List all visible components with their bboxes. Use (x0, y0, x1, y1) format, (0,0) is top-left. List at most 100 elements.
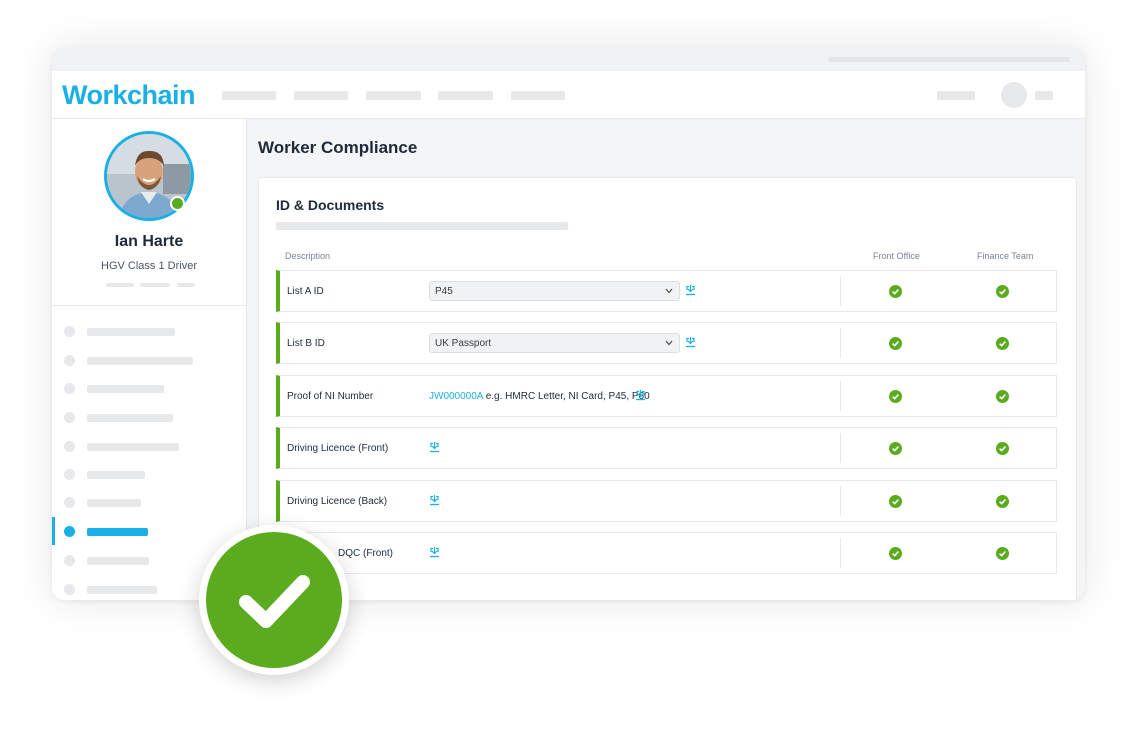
sidebar-item-label (87, 557, 149, 565)
nav-item-3[interactable] (366, 91, 421, 100)
sidebar-item-label (87, 586, 157, 594)
nav-item-2[interactable] (294, 91, 348, 100)
nav-item-1[interactable] (222, 91, 276, 100)
sidebar-dot-icon (64, 584, 75, 595)
sidebar-item-label (87, 357, 193, 365)
ni-number-link[interactable]: JW000000A (429, 391, 483, 402)
check-circle-icon (889, 442, 902, 455)
check-circle-icon (889, 285, 902, 298)
column-header-finance-team: Finance Team (977, 251, 1034, 261)
row-label: Proof of NI Number (287, 391, 374, 402)
download-icon[interactable] (429, 546, 440, 558)
sidebar-item-label (87, 385, 164, 393)
sidebar-dot-icon (64, 355, 75, 366)
nav-util-placeholder[interactable] (937, 91, 975, 100)
download-icon[interactable] (685, 284, 696, 296)
document-row-list-a: List A ID P45 (276, 270, 1057, 312)
check-circle-icon (996, 495, 1009, 508)
list-b-id-select[interactable]: UK Passport (429, 333, 680, 353)
row-label: Driving Licence (Back) (287, 496, 388, 507)
card-subtitle-placeholder (276, 222, 568, 230)
approved-badge-fill (206, 532, 342, 668)
row-label: DQC (Front) (338, 548, 393, 559)
sidebar-dot-icon (64, 412, 75, 423)
download-icon[interactable] (635, 389, 646, 401)
sidebar-dot-icon (64, 526, 75, 537)
approved-badge (199, 525, 349, 675)
row-label: List B ID (287, 338, 325, 349)
sidebar-item-label (87, 414, 173, 422)
app-logo[interactable]: Workchain (62, 80, 196, 110)
list-a-id-select[interactable]: P45 (429, 281, 680, 301)
check-circle-icon (889, 337, 902, 350)
check-circle-icon (996, 390, 1009, 403)
sidebar-item-7[interactable] (52, 492, 246, 512)
user-menu-placeholder[interactable] (1035, 91, 1053, 100)
check-circle-icon (996, 285, 1009, 298)
sidebar-item-label (87, 471, 145, 479)
chevron-down-icon (665, 340, 673, 346)
check-circle-icon (889, 390, 902, 403)
profile-meta-2 (140, 283, 170, 287)
document-row-ni-number: Proof of NI Number JW000000A e.g. HMRC L… (276, 375, 1057, 417)
row-divider (840, 276, 841, 306)
check-circle-icon (996, 442, 1009, 455)
download-icon[interactable] (429, 494, 440, 506)
row-divider (840, 381, 841, 411)
document-row-licence-back: Driving Licence (Back) (276, 480, 1057, 522)
sidebar: Ian Harte HGV Class 1 Driver (52, 119, 247, 600)
chevron-down-icon (665, 288, 673, 294)
sidebar-item-2[interactable] (52, 350, 246, 370)
column-header-front-office: Front Office (873, 251, 920, 261)
download-icon[interactable] (685, 336, 696, 348)
document-row-licence-front: Driving Licence (Front) (276, 427, 1057, 469)
user-avatar[interactable] (1001, 82, 1027, 108)
sidebar-item-3[interactable] (52, 378, 246, 398)
sidebar-dot-icon (64, 383, 75, 394)
profile-role: HGV Class 1 Driver (101, 260, 197, 272)
document-row-dqc-front: DQC (Front) (276, 532, 1057, 574)
nav-item-5[interactable] (511, 91, 565, 100)
sidebar-item-5[interactable] (52, 436, 246, 456)
big-checkmark-icon (239, 575, 310, 628)
sidebar-divider (52, 305, 246, 306)
row-divider (840, 538, 841, 568)
check-circle-icon (889, 495, 902, 508)
row-label: List A ID (287, 286, 324, 297)
page-title: Worker Compliance (258, 138, 418, 157)
document-row-list-b: List B ID UK Passport (276, 322, 1057, 364)
sidebar-item-label (87, 528, 148, 536)
card-title: ID & Documents (276, 197, 385, 213)
profile-meta-1 (106, 283, 134, 287)
sidebar-item-4[interactable] (52, 407, 246, 427)
row-divider (840, 433, 841, 463)
active-indicator (52, 517, 55, 545)
check-circle-icon (996, 547, 1009, 560)
row-divider (840, 328, 841, 358)
profile-name: Ian Harte (114, 233, 184, 250)
row-label: Driving Licence (Front) (287, 443, 389, 454)
sidebar-item-6[interactable] (52, 464, 246, 484)
sidebar-dot-icon (64, 441, 75, 452)
nav-item-4[interactable] (438, 91, 493, 100)
top-navbar: Workchain (52, 71, 1085, 119)
sidebar-item-label (87, 328, 175, 336)
sidebar-item-label (87, 499, 141, 507)
sidebar-dot-icon (64, 555, 75, 566)
address-bar-placeholder[interactable] (828, 57, 1070, 62)
sidebar-dot-icon (64, 326, 75, 337)
profile-meta-3 (177, 283, 195, 287)
sidebar-dot-icon (64, 469, 75, 480)
column-header-description: Description (285, 251, 331, 261)
download-icon[interactable] (429, 441, 440, 453)
sidebar-dot-icon (64, 497, 75, 508)
check-circle-icon (996, 337, 1009, 350)
sidebar-item-label (87, 443, 179, 451)
check-circle-icon (889, 547, 902, 560)
sidebar-item-1[interactable] (52, 321, 246, 341)
row-divider (840, 486, 841, 516)
id-documents-card: ID & Documents Description Front Office … (258, 177, 1077, 600)
select-value: UK Passport (435, 338, 492, 349)
ni-number-text: JW000000A e.g. HMRC Letter, NI Card, P45… (429, 391, 650, 402)
ni-hint: e.g. HMRC Letter, NI Card, P45, P60 (485, 391, 650, 402)
